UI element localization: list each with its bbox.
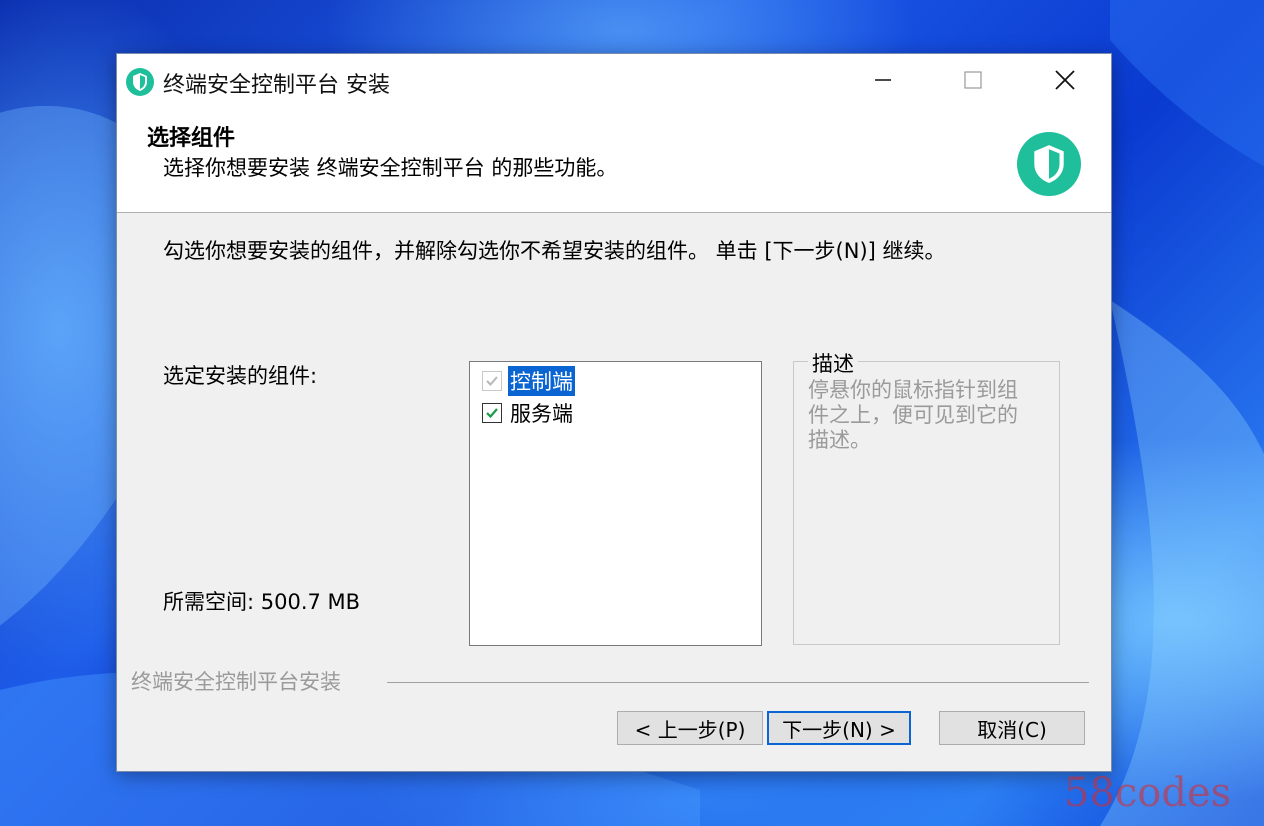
- close-icon: [1055, 70, 1075, 90]
- instruction-text: 勾选你想要安装的组件，并解除勾选你不希望安装的组件。 单击 [下一步(N)] 继…: [163, 239, 946, 263]
- component-checkbox[interactable]: [482, 403, 502, 423]
- select-components-label: 选定安装的组件:: [163, 364, 318, 388]
- page-subtitle: 选择你想要安装 终端安全控制平台 的那些功能。: [163, 156, 618, 180]
- description-text: 停悬你的鼠标指针到组件之上，便可见到它的描述。: [808, 378, 1018, 452]
- page-title: 选择组件: [147, 126, 236, 151]
- next-button[interactable]: 下一步(N) >: [767, 711, 911, 745]
- component-label: 控制端: [508, 366, 575, 396]
- component-checkbox: [482, 371, 502, 391]
- shield-logo-icon: [1017, 132, 1081, 196]
- component-item-server[interactable]: 服务端: [482, 400, 575, 426]
- close-button[interactable]: [1035, 54, 1095, 106]
- installer-window: 终端安全控制平台 安装 选择组件 选择你想要安装 终端安全控制平台 的那些功能。…: [116, 53, 1112, 772]
- title-bar: 终端安全控制平台 安装: [117, 54, 1111, 106]
- checkmark-icon: [486, 408, 498, 419]
- checkmark-icon: [486, 376, 498, 386]
- space-required-label: 所需空间: 500.7 MB: [163, 590, 361, 614]
- components-list[interactable]: 控制端 服务端: [469, 361, 762, 646]
- page-header: 选择组件 选择你想要安装 终端安全控制平台 的那些功能。: [117, 106, 1111, 213]
- window-title: 终端安全控制平台 安装: [163, 73, 390, 98]
- maximize-icon: [964, 71, 982, 89]
- watermark: 58codes: [1064, 770, 1232, 816]
- maximize-button[interactable]: [943, 54, 1003, 106]
- component-item-console[interactable]: 控制端: [482, 366, 575, 396]
- branding-separator: 终端安全控制平台安装: [131, 666, 1089, 696]
- minimize-button[interactable]: [853, 54, 913, 106]
- shield-icon: [126, 68, 154, 96]
- back-button[interactable]: < 上一步(P): [617, 711, 763, 745]
- description-title: 描述: [808, 348, 858, 378]
- cancel-button[interactable]: 取消(C): [939, 711, 1085, 745]
- component-label: 服务端: [510, 402, 573, 426]
- description-group: 描述 停悬你的鼠标指针到组件之上，便可见到它的描述。: [793, 348, 1060, 645]
- separator-line: [387, 682, 1089, 683]
- branding-text: 终端安全控制平台安装: [131, 666, 351, 696]
- minimize-icon: [875, 79, 891, 81]
